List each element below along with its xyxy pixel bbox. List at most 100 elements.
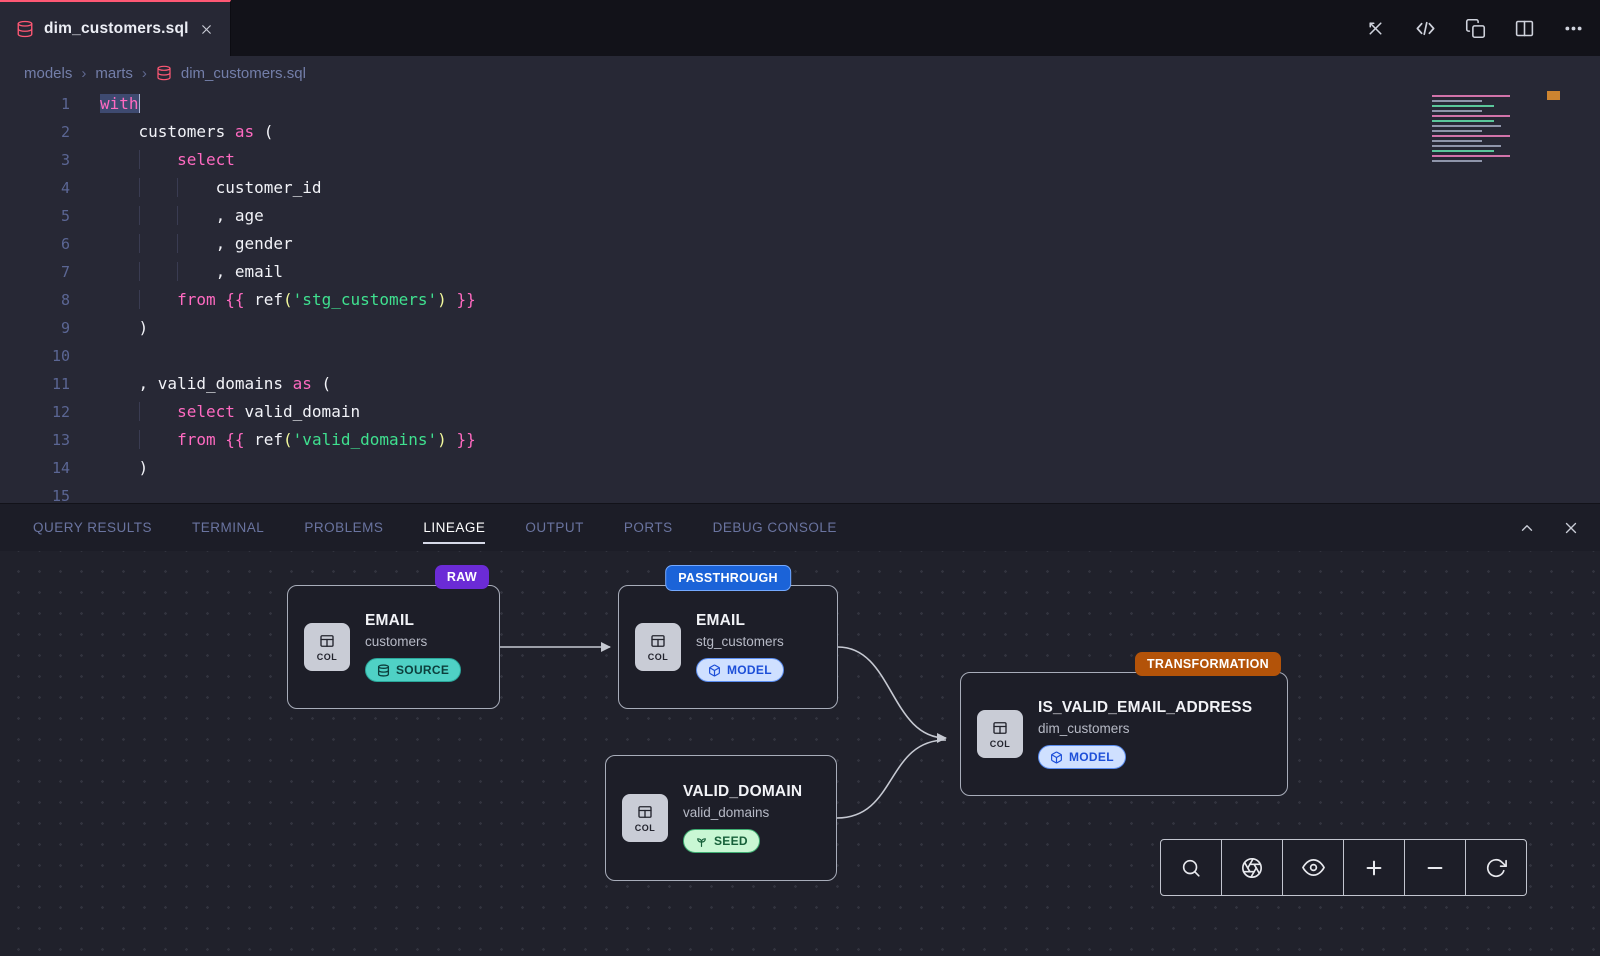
more-actions-icon[interactable] xyxy=(1563,18,1584,39)
aperture-button[interactable] xyxy=(1221,840,1282,895)
eye-icon xyxy=(1302,856,1325,879)
source-badge: SOURCE xyxy=(365,658,461,682)
transformation-badge: TRANSFORMATION xyxy=(1135,652,1281,676)
table-icon xyxy=(636,803,654,821)
seed-badge-label: SEED xyxy=(714,834,748,848)
model-badge: MODEL xyxy=(696,658,784,682)
table-icon xyxy=(649,632,667,650)
tab-dim-customers-sql[interactable]: dim_customers.sql xyxy=(0,0,231,56)
panel-tab-bar: QUERY RESULTS TERMINAL PROBLEMS LINEAGE … xyxy=(0,503,1600,551)
lineage-canvas[interactable]: RAW COL EMAIL customers SOURCE PASSTHROU… xyxy=(0,551,1600,956)
minus-icon xyxy=(1424,857,1446,879)
database-icon xyxy=(156,65,172,81)
code-editor[interactable]: 1with2 customers as (3 select4 customer_… xyxy=(0,90,1600,503)
code-icon[interactable] xyxy=(1414,17,1437,40)
breadcrumb: models › marts › dim_customers.sql xyxy=(0,56,1600,90)
lineage-node-stg-customers[interactable]: PASSTHROUGH COL EMAIL stg_customers MODE… xyxy=(618,585,838,709)
aperture-icon xyxy=(1241,857,1263,879)
node-title: IS_VALID_EMAIL_ADDRESS xyxy=(1038,699,1252,717)
tab-output[interactable]: OUTPUT xyxy=(525,520,584,535)
column-icon-label: COL xyxy=(317,652,338,662)
code-line[interactable]: 11 , valid_domains as ( xyxy=(0,370,1600,398)
editor-tab-bar: dim_customers.sql xyxy=(0,0,1600,56)
node-subtitle: dim_customers xyxy=(1038,721,1252,736)
tab-lineage[interactable]: LINEAGE xyxy=(423,520,485,535)
visibility-button[interactable] xyxy=(1282,840,1343,895)
code-line[interactable]: 9 ) xyxy=(0,314,1600,342)
tab-query-results[interactable]: QUERY RESULTS xyxy=(33,520,152,535)
node-subtitle: customers xyxy=(365,634,461,649)
column-icon-label: COL xyxy=(635,823,656,833)
tab-terminal[interactable]: TERMINAL xyxy=(192,520,264,535)
code-line[interactable]: 6 , gender xyxy=(0,230,1600,258)
model-badge-label: MODEL xyxy=(1069,750,1114,764)
copy-icon[interactable] xyxy=(1465,18,1486,39)
panel-actions xyxy=(1518,504,1580,552)
raw-badge: RAW xyxy=(435,565,489,589)
breadcrumb-segment-marts[interactable]: marts xyxy=(95,65,133,82)
editor-actions xyxy=(1365,0,1584,56)
tab-debug-console[interactable]: DEBUG CONSOLE xyxy=(713,520,837,535)
refresh-button[interactable] xyxy=(1465,840,1526,895)
tab-ports[interactable]: PORTS xyxy=(624,520,673,535)
column-icon-label: COL xyxy=(990,739,1011,749)
breadcrumb-separator: › xyxy=(142,65,147,82)
table-icon xyxy=(318,632,336,650)
overview-ruler-marker xyxy=(1547,91,1560,100)
lineage-node-dim-customers[interactable]: TRANSFORMATION COL IS_VALID_EMAIL_ADDRES… xyxy=(960,672,1288,796)
cube-icon xyxy=(708,664,721,677)
passthrough-badge: PASSTHROUGH xyxy=(665,565,791,591)
node-title: EMAIL xyxy=(365,612,461,630)
minimap[interactable] xyxy=(1426,92,1538,170)
code-line[interactable]: 13 from {{ ref('valid_domains') }} xyxy=(0,426,1600,454)
column-icon: COL xyxy=(977,710,1023,758)
breadcrumb-separator: › xyxy=(81,65,86,82)
code-line[interactable]: 8 from {{ ref('stg_customers') }} xyxy=(0,286,1600,314)
column-icon: COL xyxy=(304,623,350,671)
code-line[interactable]: 12 select valid_domain xyxy=(0,398,1600,426)
breadcrumb-file[interactable]: dim_customers.sql xyxy=(181,65,306,82)
collapse-panel-icon[interactable] xyxy=(1518,519,1536,537)
source-badge-label: SOURCE xyxy=(396,663,449,677)
search-icon xyxy=(1180,857,1202,879)
node-title: EMAIL xyxy=(696,612,784,630)
split-editor-icon[interactable] xyxy=(1514,18,1535,39)
close-panel-icon[interactable] xyxy=(1562,519,1580,537)
refresh-icon xyxy=(1485,857,1507,879)
model-badge-label: MODEL xyxy=(727,663,772,677)
code-line[interactable]: 4 customer_id xyxy=(0,174,1600,202)
plus-icon xyxy=(1363,857,1385,879)
table-icon xyxy=(991,719,1009,737)
seed-badge: SEED xyxy=(683,829,760,853)
code-line[interactable]: 1with xyxy=(0,90,1600,118)
tab-problems[interactable]: PROBLEMS xyxy=(304,520,383,535)
code-lines: 1with2 customers as (3 select4 customer_… xyxy=(0,90,1600,503)
node-title: VALID_DOMAIN xyxy=(683,783,802,801)
column-icon: COL xyxy=(635,623,681,671)
zoom-out-button[interactable] xyxy=(1404,840,1465,895)
code-line[interactable]: 10 xyxy=(0,342,1600,370)
lineage-node-customers[interactable]: RAW COL EMAIL customers SOURCE xyxy=(287,585,500,709)
code-line[interactable]: 7 , email xyxy=(0,258,1600,286)
code-line[interactable]: 5 , age xyxy=(0,202,1600,230)
database-icon xyxy=(377,664,390,677)
code-line[interactable]: 14 ) xyxy=(0,454,1600,482)
search-button[interactable] xyxy=(1161,840,1221,895)
seedling-icon xyxy=(695,835,708,848)
lineage-toolbar xyxy=(1160,839,1527,896)
cube-icon xyxy=(1050,751,1063,764)
node-subtitle: valid_domains xyxy=(683,805,802,820)
lineage-node-valid-domains[interactable]: COL VALID_DOMAIN valid_domains SEED xyxy=(605,755,837,881)
close-tab-icon[interactable] xyxy=(199,22,214,37)
breadcrumb-segment-models[interactable]: models xyxy=(24,65,72,82)
node-subtitle: stg_customers xyxy=(696,634,784,649)
code-line[interactable]: 2 customers as ( xyxy=(0,118,1600,146)
code-line[interactable]: 15 xyxy=(0,482,1600,503)
column-icon-label: COL xyxy=(648,652,669,662)
tab-title: dim_customers.sql xyxy=(44,20,189,38)
zoom-in-button[interactable] xyxy=(1343,840,1404,895)
database-icon xyxy=(16,20,34,38)
model-badge: MODEL xyxy=(1038,745,1126,769)
format-icon[interactable] xyxy=(1365,18,1386,39)
code-line[interactable]: 3 select xyxy=(0,146,1600,174)
